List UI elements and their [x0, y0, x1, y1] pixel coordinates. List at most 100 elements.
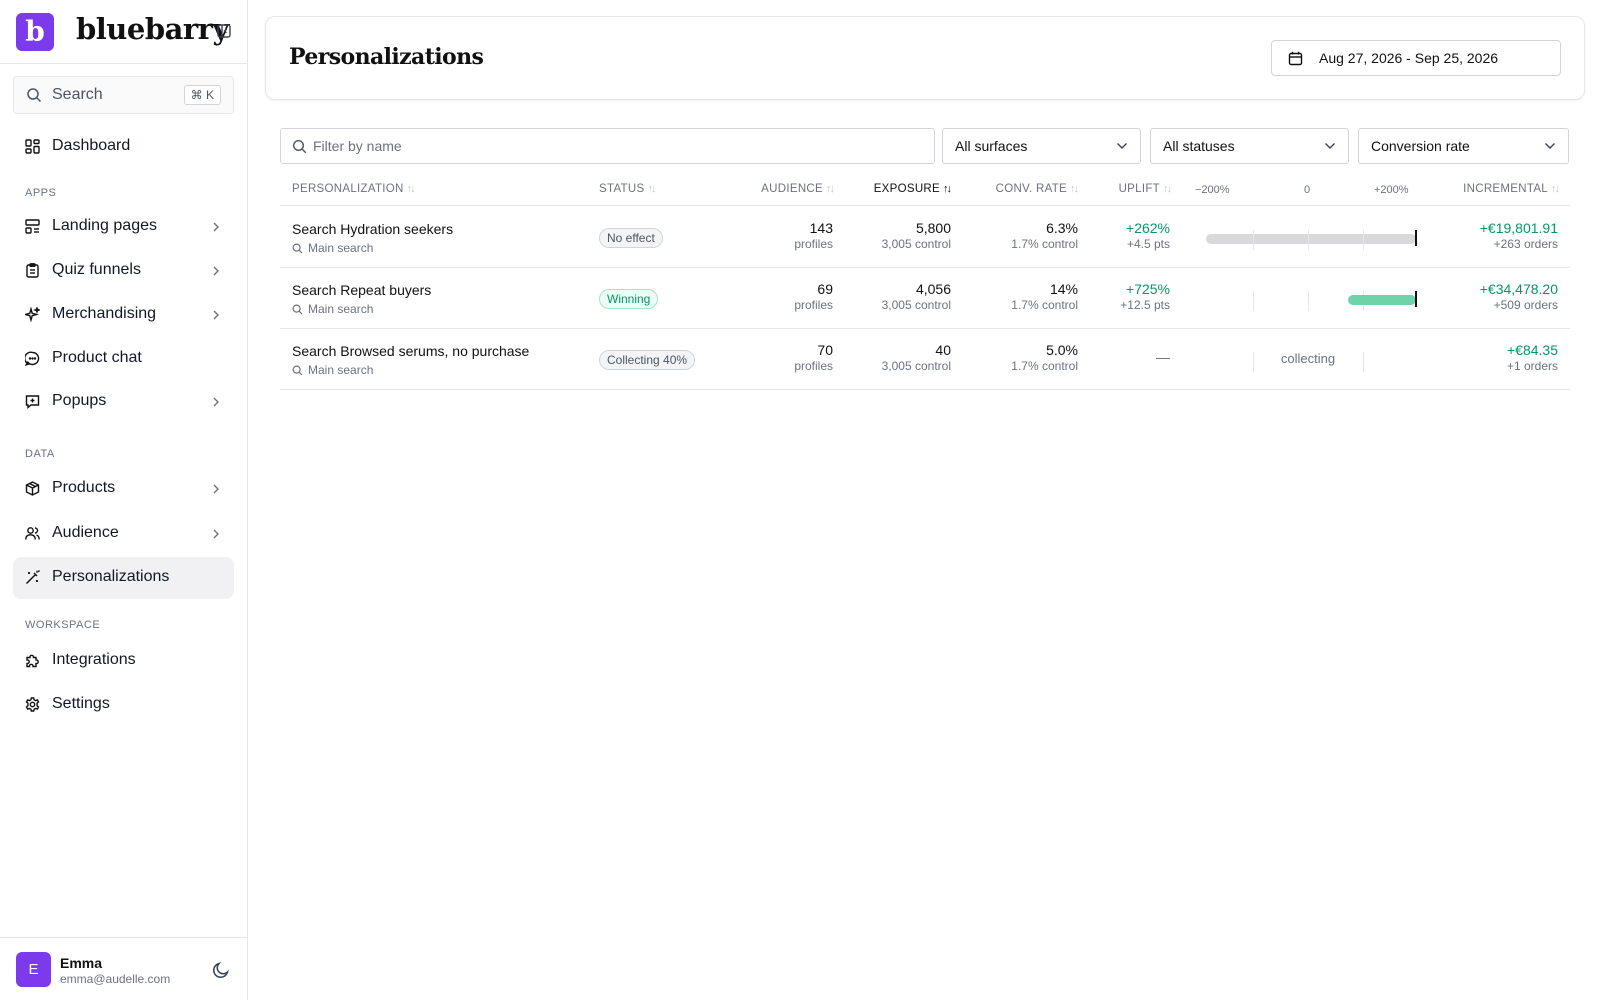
search-icon — [292, 243, 303, 254]
sidebar-item-label: Products — [52, 479, 116, 496]
brand-header: b bluebarry — [0, 0, 248, 64]
sidebar-item-integrations[interactable]: Integrations — [13, 640, 234, 682]
chevron-down-icon — [1116, 142, 1128, 150]
surfaces-select-value: All surfaces — [955, 138, 1028, 154]
moon-icon[interactable] — [212, 961, 230, 979]
sidebar-item-label: Audience — [52, 524, 119, 541]
section-label-data: DATA — [25, 448, 55, 460]
metric-select[interactable]: Conversion rate — [1358, 128, 1569, 164]
personalization-name[interactable]: Search Hydration seekers — [292, 221, 453, 237]
sidebar: b bluebarry Search ⌘ K Dashboard APPS La… — [0, 0, 248, 1000]
scale-tick — [1363, 230, 1364, 250]
scale-tick — [1308, 291, 1309, 311]
chevron-right-icon — [212, 528, 220, 540]
uplift-bar — [1206, 234, 1416, 244]
sidebar-item-audience[interactable]: Audience — [13, 513, 234, 555]
exposure-cell: 40 3,005 control — [881, 342, 951, 373]
statuses-select[interactable]: All statuses — [1150, 128, 1349, 164]
surface-label: Main search — [308, 363, 374, 377]
search-icon — [292, 139, 307, 154]
sidebar-item-quiz-funnels[interactable]: Quiz funnels — [13, 250, 234, 292]
name-filter-input[interactable]: Filter by name — [280, 128, 935, 164]
column-incremental[interactable]: INCREMENTAL ↑↓ — [1463, 183, 1560, 195]
chevron-right-icon — [212, 221, 220, 233]
brand-logo[interactable]: b — [16, 13, 54, 51]
exposure-cell: 5,800 3,005 control — [881, 220, 951, 251]
sidebar-item-label: Popups — [52, 392, 107, 409]
sidebar-item-label: Personalizations — [52, 568, 170, 585]
sidebar-search[interactable]: Search ⌘ K — [13, 76, 234, 114]
sidebar-item-popups[interactable]: Popups — [13, 381, 234, 423]
sort-icon: ↑↓ — [1163, 183, 1172, 195]
search-icon — [292, 365, 303, 376]
search-icon — [26, 87, 42, 103]
personalization-name[interactable]: Search Browsed serums, no purchase — [292, 343, 529, 359]
users-icon — [25, 526, 40, 541]
status-badge: Winning — [599, 289, 659, 309]
calendar-icon — [1288, 51, 1303, 66]
surface-label: Main search — [308, 241, 374, 255]
personalization-name[interactable]: Search Repeat buyers — [292, 282, 431, 298]
surfaces-select[interactable]: All surfaces — [942, 128, 1141, 164]
column-personalization[interactable]: PERSONALIZATION ↑↓ — [292, 183, 416, 195]
chevron-right-icon — [212, 483, 220, 495]
uplift-cell: +262% +4.5 pts — [1126, 220, 1170, 251]
audience-cell: 143 profiles — [794, 220, 833, 251]
uplift-bar-chart — [1198, 207, 1418, 268]
section-label-apps: APPS — [25, 187, 57, 199]
chevron-right-icon — [212, 265, 220, 277]
search-shortcut: ⌘ K — [183, 85, 221, 105]
sidebar-item-settings[interactable]: Settings — [13, 684, 234, 726]
dashboard-icon — [25, 139, 40, 154]
sort-icon: ↑↓ — [1551, 183, 1560, 195]
search-label: Search — [52, 86, 103, 103]
incremental-cell: +€84.35 +1 orders — [1506, 342, 1558, 373]
page-title: Personalizations — [289, 44, 484, 70]
column-conv-rate[interactable]: CONV. RATE ↑↓ — [996, 183, 1079, 195]
table-row[interactable]: Search Browsed serums, no purchase Main … — [280, 329, 1570, 390]
scale-tick — [1253, 291, 1254, 311]
avatar: E — [16, 952, 51, 987]
uplift-bar-chart — [1198, 268, 1418, 329]
sidebar-item-landing-pages[interactable]: Landing pages — [13, 206, 234, 248]
brand-name: bluebarry — [76, 12, 229, 46]
column-exposure[interactable]: EXPOSURE ↑↓ — [874, 183, 952, 195]
exposure-cell: 4,056 3,005 control — [881, 281, 951, 312]
sparkles-icon — [25, 307, 40, 322]
sidebar-item-product-chat[interactable]: Product chat — [13, 338, 234, 380]
uplift-bar — [1348, 295, 1416, 305]
sidebar-item-label: Dashboard — [52, 137, 131, 154]
conv-rate-cell: 6.3% 1.7% control — [1011, 220, 1078, 251]
surface-label: Main search — [308, 302, 374, 316]
scale-tick — [1308, 230, 1309, 250]
sidebar-item-personalizations[interactable]: Personalizations — [13, 557, 234, 599]
gear-icon — [25, 697, 40, 712]
sort-icon: ↑↓ — [1070, 183, 1079, 195]
status-badge: Collecting 40% — [599, 350, 696, 370]
uplift-marker — [1415, 291, 1417, 307]
sidebar-item-merchandising[interactable]: Merchandising — [13, 294, 234, 336]
table-row[interactable]: Search Hydration seekers Main search No … — [280, 207, 1570, 268]
sidebar-item-products[interactable]: Products — [13, 468, 234, 510]
column-audience[interactable]: AUDIENCE ↑↓ — [761, 183, 835, 195]
layout-icon — [25, 219, 40, 234]
page-header: Personalizations Aug 27, 2026 - Sep 25, … — [265, 16, 1585, 100]
sidebar-item-label: Landing pages — [52, 217, 157, 234]
user-profile[interactable]: E Emma emma@audelle.com — [0, 937, 248, 1000]
chevron-down-icon — [1324, 142, 1336, 150]
sort-icon: ↑↓ — [406, 183, 416, 195]
uplift-scale-zero: 0 — [1304, 184, 1311, 196]
column-status[interactable]: STATUS ↑↓ — [599, 183, 656, 195]
uplift-scale-min: −200% — [1195, 184, 1230, 196]
uplift-scale-max: +200% — [1374, 184, 1409, 196]
sidebar-item-dashboard[interactable]: Dashboard — [13, 126, 234, 168]
date-range-picker[interactable]: Aug 27, 2026 - Sep 25, 2026 — [1271, 40, 1561, 76]
status-badge: No effect — [599, 228, 663, 248]
section-label-workspace: WORKSPACE — [25, 619, 101, 631]
collecting-label: collecting — [1280, 351, 1336, 366]
user-email: emma@audelle.com — [60, 972, 171, 986]
uplift-bar-chart: collecting — [1198, 329, 1418, 390]
table-row[interactable]: Search Repeat buyers Main search Winning… — [280, 268, 1570, 329]
column-uplift[interactable]: UPLIFT ↑↓ — [1119, 183, 1172, 195]
sidebar-collapse-icon[interactable] — [217, 24, 231, 38]
